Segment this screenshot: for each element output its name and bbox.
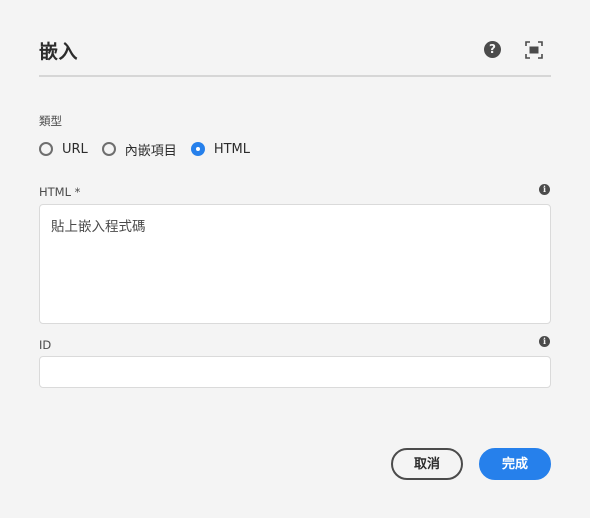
radio-html[interactable]: HTML [190, 141, 250, 157]
dialog-header: 嵌入 ? [39, 30, 551, 77]
embed-dialog: 嵌入 ? 類型 URL 內嵌項目 HTML HTML * i 貼上嵌入程式碼 I… [0, 0, 590, 518]
radio-embedded-item-circle[interactable] [101, 142, 116, 156]
id-input[interactable] [39, 356, 551, 388]
radio-url[interactable]: URL [39, 142, 88, 157]
info-icon[interactable]: i [539, 336, 550, 347]
help-icon[interactable]: ? [484, 41, 501, 58]
radio-embedded-item[interactable]: 內嵌項目 [101, 140, 177, 159]
type-label: 類型 [39, 114, 62, 128]
radio-html-circle[interactable] [190, 142, 205, 156]
radio-url-circle[interactable] [39, 142, 53, 156]
id-label: ID [39, 338, 52, 352]
info-icon[interactable]: i [539, 184, 550, 195]
radio-embedded-item-label: 內嵌項目 [124, 143, 177, 159]
cancel-button[interactable]: 取消 [391, 448, 463, 480]
html-label: HTML * [39, 185, 81, 199]
radio-html-label: HTML [213, 141, 250, 157]
html-embed-textarea[interactable] [39, 204, 551, 324]
fullscreen-icon[interactable] [525, 41, 543, 59]
dialog-title: 嵌入 [39, 41, 79, 63]
done-button[interactable]: 完成 [479, 448, 551, 480]
radio-url-label: URL [62, 141, 88, 157]
type-radio-group: URL 內嵌項目 HTML [39, 139, 264, 159]
